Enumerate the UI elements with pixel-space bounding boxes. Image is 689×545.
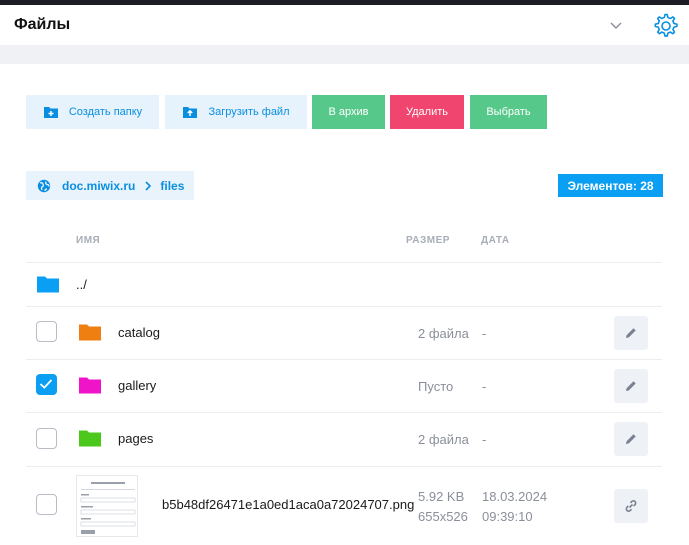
chevron-right-icon [145,180,152,191]
breadcrumb-root[interactable]: doc.miwix.ru [62,179,135,193]
folder-plus-icon [43,107,58,118]
file-date: - [482,379,487,394]
delete-label: Удалить [406,106,448,118]
edit-button[interactable] [614,422,648,456]
folder-icon [79,377,101,394]
file-date: - [482,326,487,341]
globe-icon [37,179,51,192]
upload-file-label: Загрузить файл [208,106,290,118]
row-divider [26,359,662,360]
file-name[interactable]: catalog [118,325,160,340]
column-header-size[interactable]: РАЗМЕР [406,235,450,246]
row-divider [26,306,662,307]
delete-button[interactable]: Удалить [390,95,464,129]
create-folder-label: Создать папку [68,106,143,118]
file-name[interactable]: b5b48df26471e1a0ed1aca0a72024707.png [162,497,414,512]
folder-icon [37,276,59,293]
edit-button[interactable] [614,316,648,350]
header: Файлы [0,5,689,45]
breadcrumb: doc.miwix.ru files [26,171,194,200]
file-date: 18.03.2024 [482,489,548,504]
file-name[interactable]: pages [118,431,153,446]
pencil-icon [626,381,636,391]
items-count-badge: Элементов: 28 [558,174,663,197]
header-divider [0,45,689,64]
link-icon [625,500,637,512]
archive-button[interactable]: В архив [312,95,385,129]
folder-icon [79,430,101,447]
gear-icon[interactable] [650,11,680,41]
row-checkbox[interactable] [36,321,57,342]
pencil-icon [626,328,636,338]
create-folder-button[interactable]: Создать папку [26,95,159,129]
link-button[interactable] [614,489,648,523]
column-header-date[interactable]: ДАТА [481,235,510,246]
image-preview-icon [77,476,137,536]
upload-file-button[interactable]: Загрузить файл [165,95,307,129]
select-button[interactable]: Выбрать [470,95,547,129]
file-size: 5.92 KB [418,489,465,504]
archive-label: В архив [328,106,369,118]
select-label: Выбрать [486,106,531,118]
file-name[interactable]: gallery [118,378,156,393]
file-date: - [482,432,487,447]
row-divider [26,262,662,263]
image-thumbnail[interactable] [76,475,138,537]
row-checkbox-checked[interactable] [36,374,57,395]
row-checkbox[interactable] [36,428,57,449]
chevron-down-icon[interactable] [608,17,624,33]
folder-icon [79,324,101,341]
file-size: 2 файла [418,432,469,447]
page-title: Файлы [14,16,71,33]
file-size: 2 файла [418,326,469,341]
pencil-icon [626,434,636,444]
file-time: 09:39:10 [482,509,533,524]
file-size: Пусто [418,379,454,394]
check-icon [39,379,53,389]
row-checkbox[interactable] [36,494,57,515]
row-divider [26,412,662,413]
breadcrumb-current[interactable]: files [160,179,184,193]
image-dimensions: 655x526 [418,509,468,524]
edit-button[interactable] [614,369,648,403]
upload-icon [183,107,198,118]
parent-dir-link[interactable]: ../ [76,277,87,292]
column-header-name[interactable]: ИМЯ [76,235,100,246]
row-divider [26,466,662,467]
